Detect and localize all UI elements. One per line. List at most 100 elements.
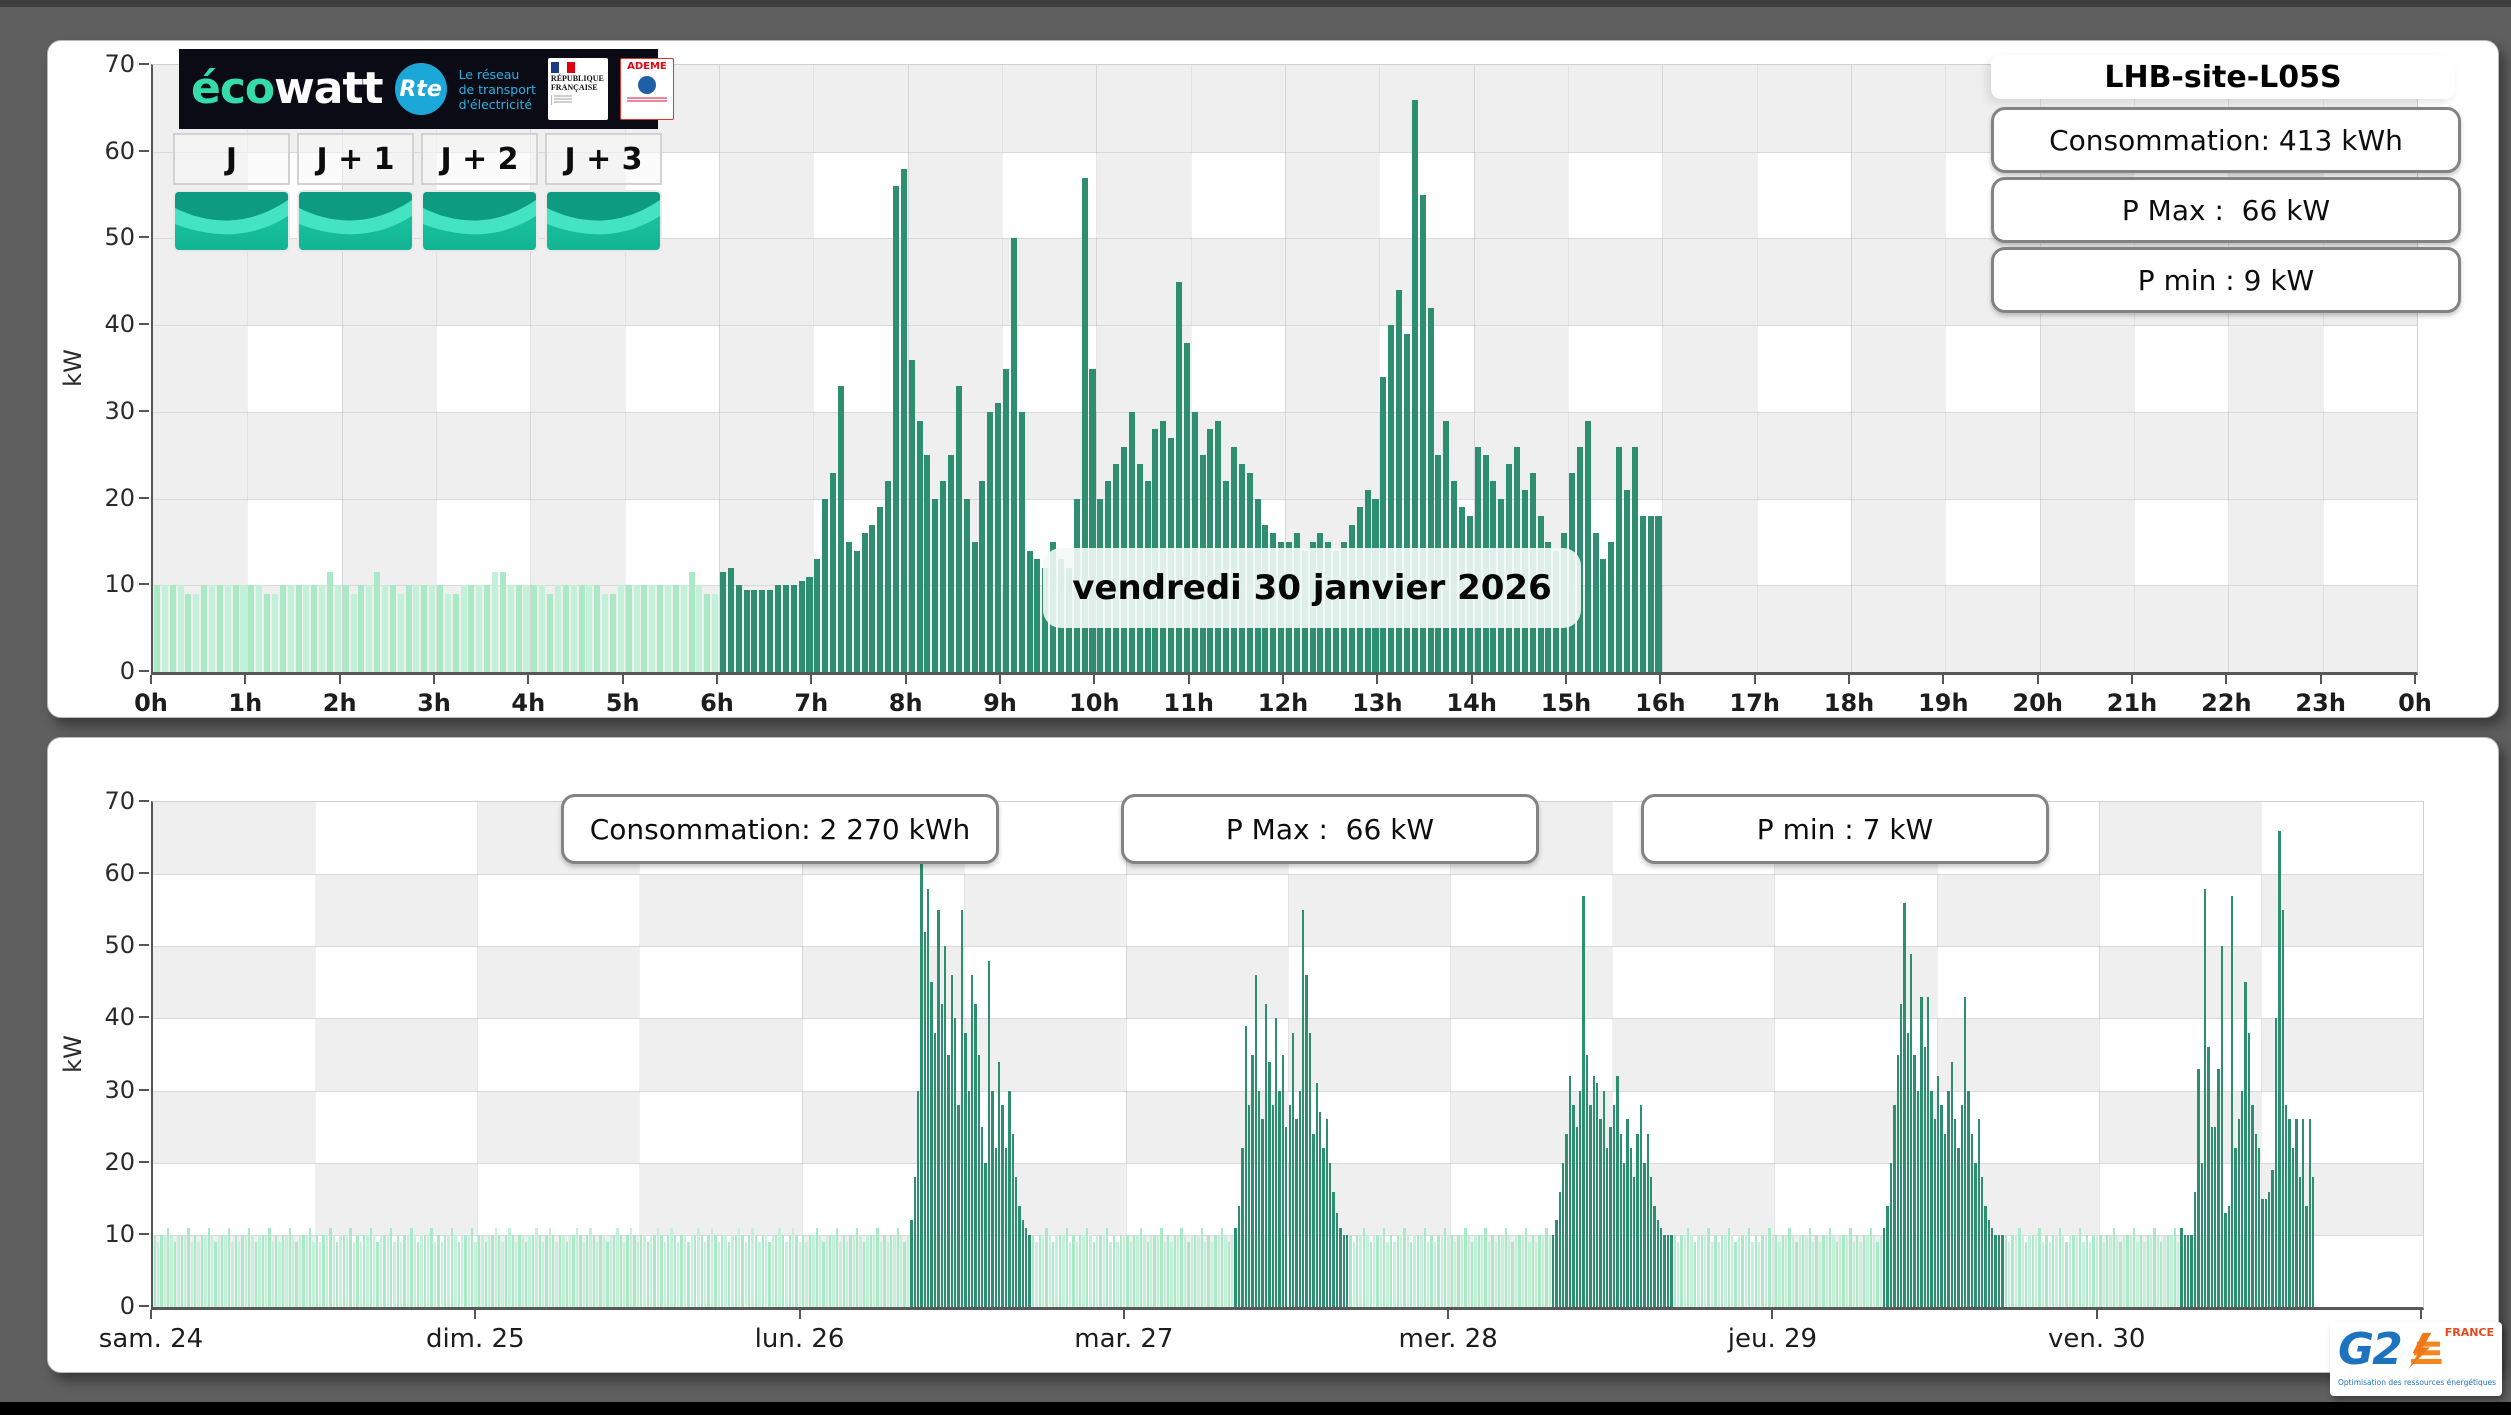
load-bar [748,1235,750,1307]
load-bar [218,1235,220,1307]
y-tick-label: 30 [79,397,135,425]
load-bar [657,585,663,672]
load-bar [1400,1235,1402,1307]
load-bar [1900,1004,1902,1307]
load-bar [2238,1119,2240,1307]
load-bar [1126,1235,1128,1307]
load-bar [224,1235,226,1307]
load-bar [303,585,309,672]
load-bar [1741,1235,1743,1307]
load-bar [1839,1235,1841,1307]
load-bar [589,1228,591,1307]
load-bar [1072,1235,1074,1307]
forecast-button-j2[interactable]: J + 2 [421,133,538,252]
load-bar [1001,1105,1003,1307]
load-bar [1677,1242,1679,1307]
load-bar [718,1242,720,1307]
load-bar [1086,1228,1088,1307]
load-bar [427,1235,429,1307]
load-bar [447,1235,449,1307]
load-bar [893,1235,895,1307]
load-bar [1346,1235,1348,1307]
load-bar [2005,1235,2007,1307]
load-bar [836,1228,838,1307]
x-tick-mark [1565,675,1567,684]
forecast-button-j1[interactable]: J + 1 [297,133,414,252]
load-bar [2052,1235,2054,1307]
load-bar [2045,1235,2047,1307]
y-tick-mark [139,1305,149,1307]
x-tick-label: 0h [2398,689,2432,717]
load-bar [1309,1033,1311,1307]
load-bar [1221,1228,1223,1307]
load-bar [1457,1235,1459,1307]
load-bar [295,1242,297,1307]
load-bar [407,1235,409,1307]
load-bar [1079,1235,1081,1307]
load-bar [696,585,702,672]
load-bar [275,1235,277,1307]
v-gridline [1126,802,1127,1307]
load-bar [782,1235,784,1307]
weekly-chart-plot[interactable] [151,801,2424,1310]
load-bar [2160,1242,2162,1307]
load-bar [863,1242,865,1307]
load-bar [193,594,199,672]
load-bar [420,1235,422,1307]
load-bar [265,1235,267,1307]
load-bar [525,1242,527,1307]
load-bar [822,499,828,672]
ademe-logo: ADEME [620,58,674,120]
x-tick-mark [2131,675,2133,684]
load-bar [1924,1047,1926,1307]
load-bar [1413,1235,1415,1307]
forecast-button-j[interactable]: J [173,133,290,252]
load-bar [1272,1105,1274,1307]
load-bar [197,1242,199,1307]
load-bar [311,585,317,672]
forecast-button-j3[interactable]: J + 3 [545,133,662,252]
load-bar [1349,1235,1351,1307]
load-bar [1234,1228,1236,1307]
load-bar [839,1242,841,1307]
load-bar [1403,1228,1405,1307]
load-bar [1917,1091,1919,1307]
load-bar [972,542,978,672]
v-gridline [315,802,316,1307]
load-bar [268,1228,270,1307]
load-bar [373,1235,375,1307]
load-bar [2123,1235,2125,1307]
load-bar [167,1228,169,1307]
load-bar [1305,975,1307,1307]
load-bar [400,1242,402,1307]
load-bar [1468,1235,1470,1307]
load-bar [559,1235,561,1307]
y-tick-mark [139,323,149,325]
load-bar [312,1242,314,1307]
load-bar [1133,1235,1135,1307]
load-bar [2103,1242,2105,1307]
x-tick-mark [622,675,624,684]
load-bar [1934,1119,1936,1307]
load-bar [1978,1119,1980,1307]
load-bar [731,1235,733,1307]
load-bar [2180,1228,2182,1307]
load-bar [964,499,970,672]
load-bar [1028,1235,1030,1307]
load-bar [767,590,773,672]
load-bar [302,1235,304,1307]
load-bar [288,585,294,672]
load-bar [772,1235,774,1307]
y-tick-label: 20 [79,1148,135,1176]
y-tick-mark [139,410,149,412]
load-bar [363,1235,365,1307]
load-bar [2268,1192,2270,1307]
load-bar [1299,1091,1301,1307]
load-bar [1876,1242,1878,1307]
load-bar [481,1235,483,1307]
load-bar [1390,1235,1392,1307]
load-bar [1623,1163,1625,1307]
load-bar [1332,1192,1334,1307]
load-bar [964,1033,966,1307]
load-bar [1238,1206,1240,1307]
